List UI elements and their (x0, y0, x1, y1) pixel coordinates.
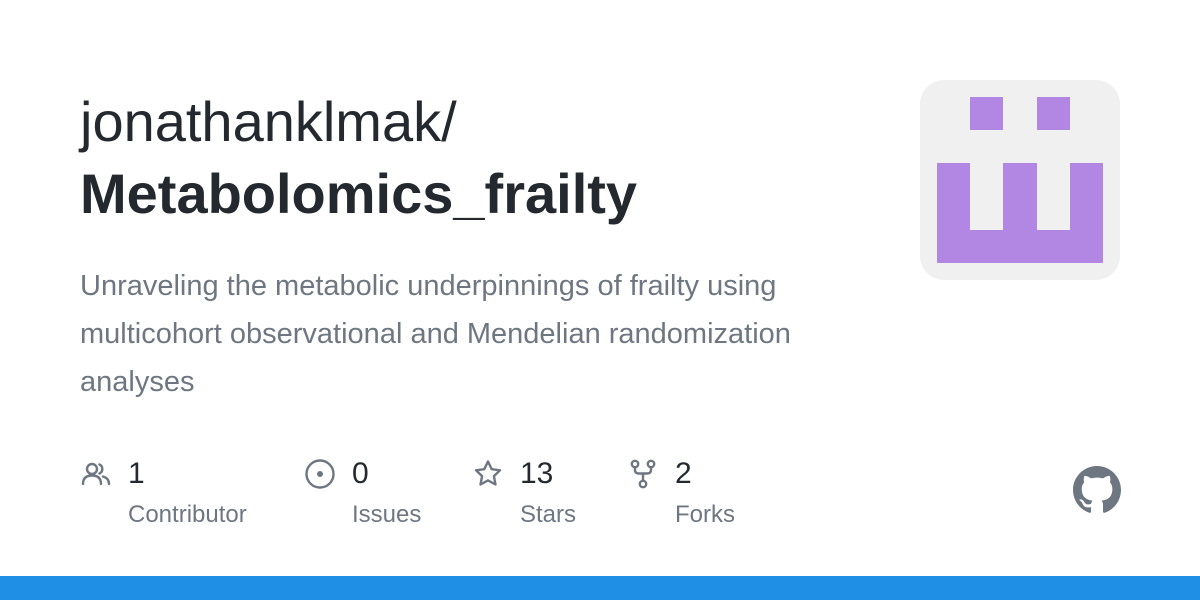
stat-stars[interactable]: 13 Stars (472, 452, 612, 542)
identicon-icon (937, 97, 1103, 263)
repo-name[interactable]: Metabolomics_frailty (80, 158, 637, 230)
github-mark-icon[interactable] (1073, 466, 1121, 514)
contributors-label: Contributor (128, 501, 247, 528)
repo-forked-icon (630, 459, 656, 489)
stat-forks[interactable]: 2 Forks (627, 452, 767, 542)
people-icon (81, 462, 111, 486)
repo-social-card: jonathanklmak/ Metabolomics_frailty Unra… (0, 0, 1200, 600)
owner-avatar[interactable] (920, 80, 1120, 280)
forks-label: Forks (675, 501, 735, 528)
forks-count: 2 (675, 457, 692, 490)
issues-label: Issues (352, 501, 422, 528)
brand-color-bar (0, 576, 1200, 600)
repo-description: Unraveling the metabolic underpinnings o… (80, 270, 791, 398)
stat-contributors[interactable]: 1 Contributor (80, 452, 280, 542)
issue-opened-icon (305, 459, 335, 489)
contributors-count: 1 (128, 457, 145, 490)
stat-issues[interactable]: 0 Issues (304, 452, 454, 542)
repo-owner[interactable]: jonathanklmak/ (80, 88, 457, 156)
stars-count: 13 (520, 457, 554, 490)
issues-count: 0 (352, 457, 369, 490)
stars-label: Stars (520, 501, 577, 528)
star-icon (474, 460, 502, 486)
